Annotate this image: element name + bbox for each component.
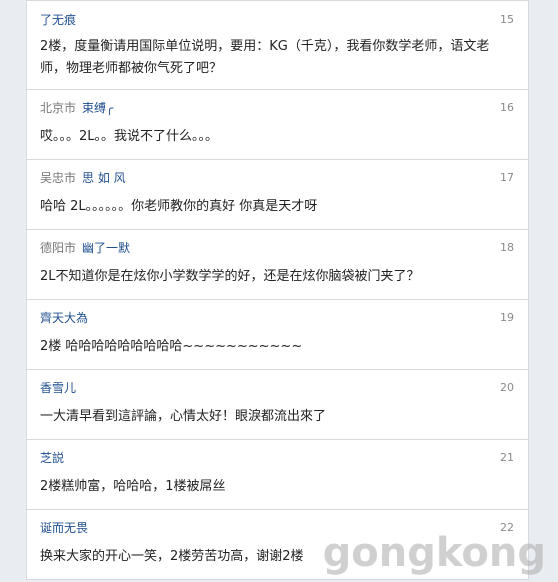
comment-text: 哈哈 2L。。。。。。你老师教你的真好 你真是天才呀 bbox=[40, 199, 318, 214]
floor-number: 15 bbox=[500, 13, 514, 26]
floor-number: 18 bbox=[500, 241, 514, 254]
floor-number: 19 bbox=[500, 311, 514, 324]
comment-username[interactable]: 香雪儿 bbox=[40, 381, 76, 395]
comment-header: 诞而无畏 bbox=[40, 520, 88, 536]
comment-item: 德阳市 幽了一默 18 2L不知道你是在炫你小学数学学的好，还是在炫你脑袋被门夹了… bbox=[26, 230, 529, 300]
comment-header: 了无痕 bbox=[40, 12, 76, 28]
comment-item: 北京市 束缚╭ 16 哎。。。2L。。我说不了什么。。。 bbox=[26, 90, 529, 160]
comment-location: 吴忠市 bbox=[40, 171, 77, 185]
comment-text: 2楼 哈哈哈哈哈哈哈哈哈~~~~~~~~~~~ bbox=[40, 339, 303, 354]
comment-text: 2L不知道你是在炫你小学数学学的好，还是在炫你脑袋被门夹了？ bbox=[40, 269, 420, 284]
comment-location: 德阳市 bbox=[40, 241, 77, 255]
comment-header: 芝説 bbox=[40, 450, 64, 466]
comment-item: 了无痕 15 2楼，度量衡请用国际单位说明，要用：KG（千克），我看你数学老师，… bbox=[26, 0, 529, 90]
floor-number: 17 bbox=[500, 171, 514, 184]
comment-text: 2楼糕帅富，哈哈哈，1楼被屌丝 bbox=[40, 479, 226, 494]
comment-text: 哎。。。2L。。我说不了什么。。。 bbox=[40, 129, 219, 144]
comment-item: 诞而无畏 22 换来大家的开心一笑，2楼劳苦功高，谢谢2楼 bbox=[26, 510, 529, 580]
comment-location: 北京市 bbox=[40, 101, 77, 115]
comment-item: 齊天大為 19 2楼 哈哈哈哈哈哈哈哈哈~~~~~~~~~~~ bbox=[26, 300, 529, 370]
comment-header: 香雪儿 bbox=[40, 380, 76, 396]
comment-username[interactable]: 芝説 bbox=[40, 451, 64, 465]
comment-text: 2楼，度量衡请用国际单位说明，要用：KG（千克），我看你数学老师，语文老师，物理… bbox=[40, 39, 490, 76]
floor-number: 22 bbox=[500, 521, 514, 534]
floor-number: 21 bbox=[500, 451, 514, 464]
comment-username[interactable]: 幽了一默 bbox=[82, 241, 130, 255]
comment-header: 吴忠市思 如 风 bbox=[40, 170, 126, 186]
floor-number: 20 bbox=[500, 381, 514, 394]
comment-item: 香雪儿 20 一大清早看到這評論，心情太好！眼淚都流出來了 bbox=[26, 370, 529, 440]
comment-username[interactable]: 了无痕 bbox=[40, 13, 76, 27]
comment-header: 北京市 束缚╭ bbox=[40, 100, 113, 116]
comment-username[interactable]: 束缚╭ bbox=[82, 101, 113, 115]
comment-item: 吴忠市思 如 风 17 哈哈 2L。。。。。。你老师教你的真好 你真是天才呀 bbox=[26, 160, 529, 230]
comment-text: 一大清早看到這評論，心情太好！眼淚都流出來了 bbox=[40, 409, 327, 424]
comment-username[interactable]: 齊天大為 bbox=[40, 311, 88, 325]
comment-header: 齊天大為 bbox=[40, 310, 88, 326]
comment-text: 换来大家的开心一笑，2楼劳苦功高，谢谢2楼 bbox=[40, 549, 304, 564]
comment-header: 德阳市 幽了一默 bbox=[40, 240, 130, 256]
comment-list: 了无痕 15 2楼，度量衡请用国际单位说明，要用：KG（千克），我看你数学老师，… bbox=[26, 0, 529, 580]
comment-username[interactable]: 诞而无畏 bbox=[40, 521, 88, 535]
comment-item: 芝説 21 2楼糕帅富，哈哈哈，1楼被屌丝 bbox=[26, 440, 529, 510]
floor-number: 16 bbox=[500, 101, 514, 114]
comment-username[interactable]: 思 如 风 bbox=[82, 171, 126, 185]
